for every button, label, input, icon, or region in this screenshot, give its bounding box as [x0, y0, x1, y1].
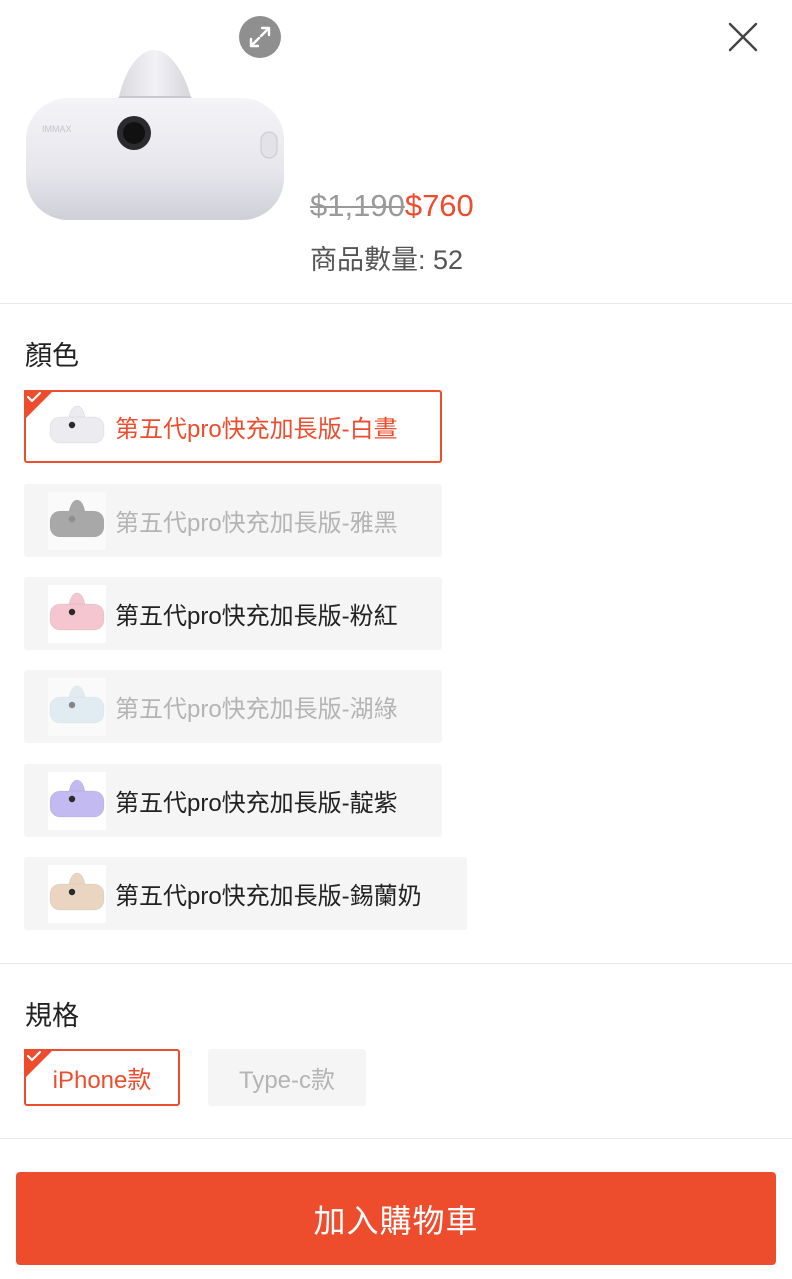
color-option-thumbnail	[48, 771, 106, 830]
color-option-thumbnail	[48, 491, 106, 550]
power-bank-thumbnail-icon	[49, 405, 105, 443]
color-option-label: 第五代pro快充加長版-白晝	[115, 416, 398, 443]
color-option[interactable]: 第五代pro快充加長版-湖綠	[24, 670, 442, 743]
color-option-label: 第五代pro快充加長版-粉紅	[115, 603, 398, 630]
power-bank-thumbnail-icon	[49, 499, 105, 537]
color-option-label: 第五代pro快充加長版-湖綠	[115, 696, 398, 723]
product-image[interactable]: IMMAX	[24, 28, 286, 272]
spec-option-iphone[interactable]: iPhone款	[24, 1049, 180, 1106]
checkmark-icon	[26, 1050, 42, 1062]
power-bank-thumbnail-icon	[49, 872, 105, 910]
spec-section-title: 規格	[25, 1001, 79, 1031]
color-option[interactable]: 第五代pro快充加長版-白晝	[24, 390, 442, 463]
power-bank-thumbnail-icon	[49, 592, 105, 630]
color-option-thumbnail	[48, 864, 106, 923]
add-to-cart-button[interactable]: 加入購物車	[16, 1172, 776, 1265]
color-option-thumbnail	[48, 677, 106, 736]
spec-option-label: Type-c款	[238, 1067, 336, 1094]
checkmark-icon	[26, 391, 42, 403]
power-bank-thumbnail-icon	[49, 779, 105, 817]
original-price: $1,190	[310, 188, 405, 223]
stock-quantity: 商品數量: 52	[310, 245, 464, 275]
power-bank-thumbnail-icon	[49, 685, 105, 723]
power-bank-image: IMMAX	[26, 50, 284, 220]
color-section-title: 顏色	[25, 341, 79, 371]
footer-bar: 加入購物車	[0, 1154, 792, 1279]
expand-image-button[interactable]	[239, 16, 281, 58]
sale-price: $760	[404, 188, 474, 223]
spec-option-typec[interactable]: Type-c款	[208, 1049, 366, 1106]
close-button[interactable]	[722, 16, 764, 58]
divider	[0, 1138, 792, 1139]
color-option[interactable]: 第五代pro快充加長版-靛紫	[24, 764, 442, 837]
price-row: $1,190 $760	[310, 188, 474, 224]
color-option-label: 第五代pro快充加長版-錫蘭奶	[115, 883, 422, 910]
color-option[interactable]: 第五代pro快充加長版-雅黑	[24, 484, 442, 557]
color-option-thumbnail	[48, 397, 106, 456]
selected-corner	[24, 1049, 54, 1079]
spec-option-label: iPhone款	[52, 1067, 152, 1094]
svg-text:IMMAX: IMMAX	[42, 124, 72, 134]
color-option[interactable]: 第五代pro快充加長版-粉紅	[24, 577, 442, 650]
color-option-label: 第五代pro快充加長版-雅黑	[115, 510, 398, 537]
color-option-label: 第五代pro快充加長版-靛紫	[115, 790, 398, 817]
close-icon	[728, 22, 758, 52]
product-header: IMMAX $1,190 $760 商品數量: 52	[0, 0, 792, 304]
color-option[interactable]: 第五代pro快充加長版-錫蘭奶	[24, 857, 467, 930]
color-option-thumbnail	[48, 584, 106, 643]
divider	[0, 963, 792, 964]
expand-icon	[249, 26, 271, 48]
